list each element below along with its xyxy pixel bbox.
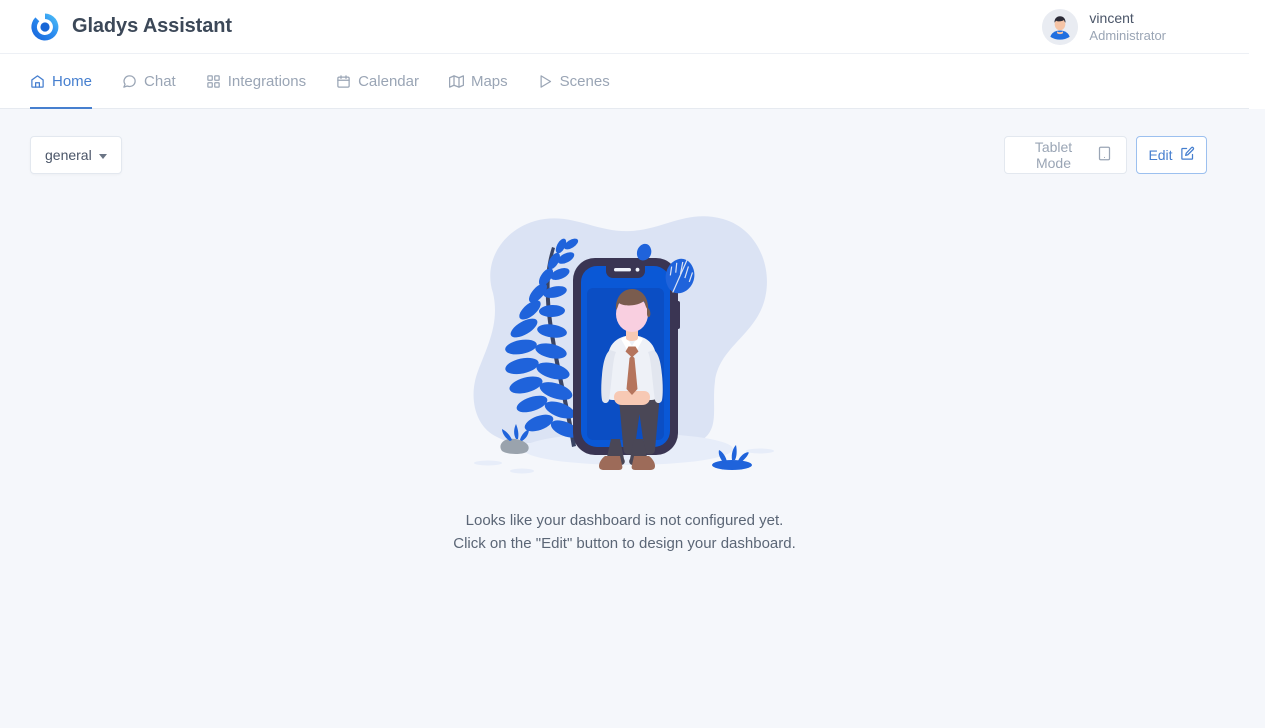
edit-button[interactable]: Edit (1136, 136, 1207, 174)
caret-down-icon (98, 153, 107, 159)
map-icon (448, 74, 464, 89)
play-icon (538, 74, 553, 89)
tab-integrations[interactable]: Integrations (191, 54, 321, 108)
app-root: Gladys Assistant vincent Administrator H… (0, 0, 1265, 728)
empty-state: Looks like your dashboard is not configu… (0, 201, 1249, 556)
dashboard-select-label: general (45, 147, 92, 163)
nav-tab-list: Home Chat Integrations Calendar Maps Sce… (0, 54, 1249, 109)
tab-home[interactable]: Home (30, 54, 107, 109)
dashboard-select-button[interactable]: general (30, 136, 122, 174)
main-navigation: Home Chat Integrations Calendar Maps Sce… (0, 54, 1249, 109)
home-icon (30, 74, 45, 89)
grid-icon (206, 74, 221, 89)
tab-maps[interactable]: Maps (434, 54, 523, 108)
top-header-bar: Gladys Assistant vincent Administrator (0, 0, 1249, 54)
user-meta: vincent Administrator (1089, 10, 1166, 45)
scrollbar[interactable] (1249, 0, 1265, 728)
tab-maps-label: Maps (470, 72, 508, 90)
tab-scenes-label: Scenes (559, 72, 610, 90)
avatar (1042, 9, 1079, 45)
tab-scenes[interactable]: Scenes (523, 54, 625, 108)
chat-icon (122, 74, 137, 89)
tab-integrations-label: Integrations (227, 72, 307, 90)
empty-state-line-1: Looks like your dashboard is not configu… (465, 512, 784, 529)
edit-label: Edit (1148, 147, 1173, 163)
brand[interactable]: Gladys Assistant (30, 12, 232, 42)
tablet-mode-label: Tablet Mode (1034, 139, 1073, 171)
user-menu[interactable]: vincent Administrator (1042, 9, 1166, 45)
tab-calendar[interactable]: Calendar (321, 54, 434, 108)
person-sitting-phone-illustration-icon (460, 201, 790, 491)
brand-title: Gladys Assistant (72, 15, 232, 37)
empty-state-message: Looks like your dashboard is not configu… (453, 509, 796, 556)
scrollbar-track[interactable] (1249, 109, 1265, 728)
tab-chat-label: Chat (144, 72, 176, 90)
user-role: Administrator (1089, 27, 1166, 43)
empty-state-line-2: Click on the "Edit" button to design you… (453, 535, 796, 553)
gladys-ring-logo-icon (30, 12, 60, 42)
tab-home-label: Home (52, 72, 93, 90)
tablet-icon (1097, 146, 1112, 164)
user-name: vincent (1089, 9, 1134, 26)
calendar-icon (336, 74, 351, 89)
tab-calendar-label: Calendar (358, 72, 419, 90)
tablet-mode-button[interactable]: Tablet Mode (1004, 136, 1127, 174)
tab-chat[interactable]: Chat (107, 54, 191, 108)
dashboard-toolbar: general Tablet Mode Edit (0, 109, 1249, 201)
edit-pencil-icon (1180, 146, 1195, 164)
